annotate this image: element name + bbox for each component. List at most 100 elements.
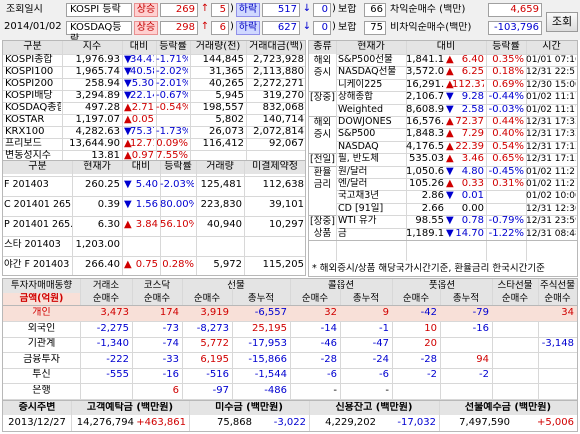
- world-name[interactable]: S&P500: [338, 128, 406, 141]
- futures-name[interactable]: P 201401 265.0: [4, 219, 72, 232]
- futures-volume: 125,481: [200, 179, 242, 190]
- world-time: 01/01 07:16: [526, 55, 576, 65]
- world-time: 12/30 15:00: [526, 79, 576, 90]
- futures-change: 3.84: [135, 219, 158, 230]
- world-rate: -0.44%: [488, 91, 524, 103]
- investor-value: -14: [320, 322, 337, 334]
- world-name[interactable]: NASDAQ선물: [338, 66, 406, 79]
- investor-name[interactable]: 개인: [3, 307, 80, 320]
- search-button[interactable]: 조회: [546, 12, 578, 32]
- footer-header: 신용잔고 (백만원): [335, 402, 413, 413]
- world-change: 7.29: [461, 128, 484, 140]
- world-time: 01/02 11:17: [526, 92, 576, 103]
- investor-name[interactable]: 외국인: [3, 323, 80, 336]
- footer-futures-deposit: 7,497,590: [459, 417, 510, 428]
- world-name[interactable]: WTI 유가: [338, 215, 406, 228]
- down-arrow-icon: ↓: [302, 3, 312, 14]
- world-rate: [486, 190, 524, 203]
- up-limit: 5: [211, 3, 229, 17]
- world-change: 6.25: [461, 66, 484, 78]
- world-name[interactable]: NASDAQ: [338, 141, 406, 154]
- investor-value: 3,473: [100, 307, 129, 318]
- investor-value: 10: [424, 322, 437, 334]
- up-label: 상승: [134, 3, 158, 17]
- footer-unpaid: 75,868: [217, 417, 252, 428]
- investor-name[interactable]: 투신: [3, 369, 80, 382]
- world-name[interactable]: CD [91일]: [338, 203, 406, 216]
- world-change: 4.80: [461, 165, 484, 177]
- net-value: -103,796: [488, 21, 542, 35]
- investor-value: -46: [320, 338, 337, 349]
- world-time: 01/02 11:17: [526, 104, 576, 115]
- flat-label: 보합: [338, 4, 357, 15]
- investor-name[interactable]: 기관계: [3, 338, 80, 351]
- world-value: 2.66: [421, 202, 444, 214]
- investor-value: 32: [324, 307, 337, 318]
- world-time: 12/31 17:33: [526, 117, 576, 127]
- world-rate: [486, 203, 524, 216]
- up-arrow-icon: ↑: [200, 21, 210, 32]
- world-header: 현재가: [357, 41, 385, 52]
- row-divider: [3, 236, 305, 237]
- world-name[interactable]: S&P500선물: [338, 54, 406, 67]
- investor-value: 20: [424, 338, 437, 349]
- down-count: 517: [262, 3, 300, 17]
- world-name[interactable]: 금: [338, 228, 406, 241]
- futures-oi: [244, 239, 304, 252]
- investor-value: 174: [159, 307, 179, 318]
- query-time-label: 조회일시: [6, 4, 43, 15]
- world-value: 98.55: [415, 215, 444, 227]
- world-name[interactable]: 니케이225: [338, 79, 406, 92]
- world-name[interactable]: 원/달러: [338, 166, 406, 179]
- footer-header: 선물예수금 (백만원): [464, 402, 552, 413]
- investor-value: -79: [472, 307, 489, 318]
- world-name[interactable]: Weighted: [338, 104, 406, 117]
- world-time: 12/31 22:51: [526, 67, 576, 78]
- investor-top-header: 스타선물: [497, 280, 533, 291]
- world-rate: 0.44%: [492, 116, 524, 127]
- futures-oi: 10,297: [269, 219, 304, 230]
- investor-name[interactable]: 은행: [3, 385, 80, 398]
- world-name[interactable]: 필, 반도체: [338, 153, 406, 166]
- investor-value: [538, 323, 574, 336]
- world-time: 12/31 17:33: [526, 129, 576, 140]
- world-rate: 0.40%: [492, 128, 524, 140]
- down-count: 627: [262, 21, 300, 35]
- futures-name[interactable]: 야간 F 201403: [4, 259, 72, 272]
- futures-oi: 39,101: [269, 199, 304, 210]
- up-label: 상승: [134, 21, 158, 35]
- world-name[interactable]: 상해종합: [338, 91, 406, 104]
- world-name[interactable]: DOWJONES: [338, 116, 406, 129]
- futures-name[interactable]: F 201403: [4, 179, 72, 192]
- world-header: 종류: [313, 41, 332, 52]
- investor-value: -6: [379, 369, 389, 380]
- investor-value: -28: [420, 353, 437, 365]
- world-name[interactable]: 국고채3년: [338, 190, 406, 203]
- world-value: 16,576.66: [406, 116, 444, 127]
- futures-name[interactable]: 스타 201403: [4, 239, 72, 252]
- investor-name[interactable]: 금융투자: [3, 354, 80, 367]
- row-divider: [3, 196, 305, 197]
- futures-rate: 0.28%: [162, 259, 194, 270]
- world-value: 8,608.93: [406, 103, 444, 115]
- world-rate: -0.45%: [488, 165, 524, 177]
- futures-name[interactable]: C 201401 265.0: [4, 199, 72, 212]
- down-label: 하락: [236, 3, 260, 17]
- investor-value: 6: [172, 384, 179, 396]
- footer-credit: 4,229,202: [325, 417, 376, 428]
- row-divider: [3, 176, 305, 177]
- world-change: 0.33: [461, 178, 484, 189]
- futures-change: 0.75: [135, 259, 158, 270]
- futures-header: 등락률: [164, 161, 192, 172]
- world-rate: 0.65%: [492, 153, 524, 165]
- futures-change: 1.56: [135, 199, 158, 210]
- investor-value: [538, 385, 574, 398]
- investor-value: -1,544: [254, 369, 287, 380]
- world-name[interactable]: 엔/달러: [338, 178, 406, 191]
- investor-value: [538, 354, 574, 367]
- down-limit: 0: [313, 3, 331, 17]
- footer-deposit-change: +463,861: [136, 417, 186, 428]
- world-change: 2.58: [461, 103, 484, 115]
- world-value: 1,189.10: [406, 227, 444, 239]
- world-time: 12/31 17:15: [526, 154, 576, 165]
